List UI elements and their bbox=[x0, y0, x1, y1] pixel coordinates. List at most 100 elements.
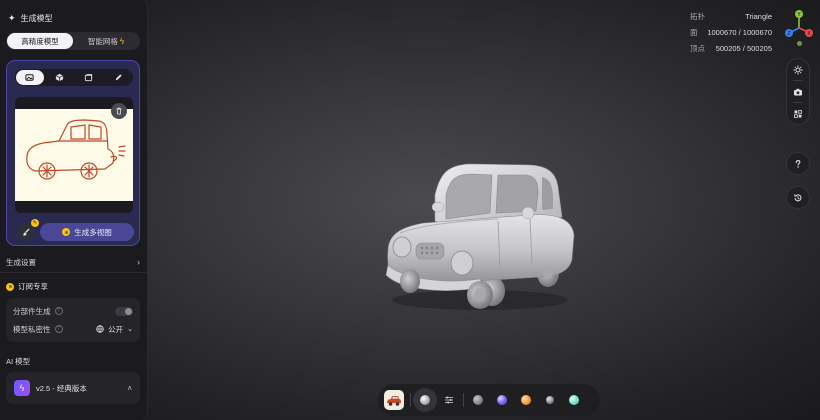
vertices-value: 500205 / 500205 bbox=[715, 43, 772, 53]
help-toolbar bbox=[786, 152, 810, 175]
history-icon bbox=[794, 193, 802, 201]
help-icon bbox=[795, 159, 801, 168]
generation-settings-row[interactable]: 生成设置 › bbox=[6, 256, 140, 268]
generate-views-button[interactable]: 生成多视图 bbox=[40, 223, 134, 241]
stat-vertices: 顶点 500205 / 500205 bbox=[690, 40, 772, 56]
help-circle-icon[interactable]: ? bbox=[54, 325, 63, 333]
multi-image-icon bbox=[85, 73, 93, 82]
sliders-icon bbox=[445, 396, 453, 404]
subscription-label: 订阅专享 bbox=[18, 282, 48, 291]
tab-high-precision-label: 高精度模型 bbox=[21, 36, 59, 46]
sketch-image bbox=[15, 109, 133, 201]
material-teal-button[interactable] bbox=[562, 388, 586, 412]
right-toolbar bbox=[786, 58, 810, 125]
pencil-icon bbox=[115, 74, 122, 81]
edit-badge-icon: ✎ bbox=[31, 219, 39, 227]
sphere-icon bbox=[420, 395, 430, 405]
faces-label: 面 bbox=[690, 27, 698, 37]
chevron-right-icon: › bbox=[137, 257, 140, 267]
layout-button[interactable] bbox=[786, 103, 810, 124]
mode-toggle: 高精度模型 智能网格 ϟ bbox=[6, 32, 140, 50]
sun-icon bbox=[793, 65, 803, 74]
coin-icon bbox=[62, 228, 71, 236]
material-ball-icon bbox=[569, 395, 579, 405]
axis-z-label: Z bbox=[787, 31, 790, 37]
stat-faces: 面 1000670 / 1000670 bbox=[690, 24, 772, 40]
material-settings-button[interactable] bbox=[437, 388, 461, 412]
part-generation-toggle[interactable] bbox=[115, 306, 133, 316]
sidebar-header: ✦ 生成模型 bbox=[8, 13, 53, 24]
ai-model-label: AI 模型 bbox=[6, 357, 31, 366]
camera-icon bbox=[794, 88, 802, 95]
material-dark-button[interactable] bbox=[538, 388, 562, 412]
material-ball-icon bbox=[546, 396, 554, 404]
history-button[interactable] bbox=[786, 187, 810, 208]
tab-image-input[interactable] bbox=[16, 70, 44, 85]
lighting-button[interactable] bbox=[786, 59, 810, 80]
topology-value: Triangle bbox=[745, 11, 772, 21]
model-thumbnail[interactable] bbox=[384, 390, 404, 410]
car-sketch-drawing bbox=[26, 119, 126, 180]
part-generation-label: 分部件生成 bbox=[13, 306, 51, 316]
divider bbox=[0, 272, 148, 273]
vertices-label: 顶点 bbox=[690, 43, 705, 53]
generation-settings-label: 生成设置 bbox=[6, 257, 36, 267]
material-ball-icon bbox=[497, 395, 507, 405]
coin-icon bbox=[6, 282, 14, 291]
chevron-down-icon: ⌄ bbox=[127, 326, 133, 333]
lightning-icon: ϟ bbox=[119, 36, 125, 46]
grid-icon bbox=[794, 109, 802, 118]
tab-sketch-input[interactable] bbox=[105, 70, 133, 85]
3d-car-model[interactable] bbox=[380, 155, 580, 315]
privacy-value: 公开 bbox=[108, 324, 124, 334]
privacy-select[interactable]: 公开 ⌄ bbox=[96, 324, 133, 335]
model-lightning-icon: ϟ bbox=[14, 380, 30, 396]
chevron-up-icon: ˄ bbox=[127, 383, 132, 393]
tab-high-precision[interactable]: 高精度模型 bbox=[7, 33, 73, 49]
material-ball-icon bbox=[521, 395, 531, 405]
generate-views-label: 生成多视图 bbox=[74, 227, 112, 237]
subscription-options: 分部件生成 ? 模型私密性 ? 公开 ⌄ bbox=[6, 298, 140, 342]
car-thumbnail-image bbox=[384, 390, 404, 410]
sketch-preview bbox=[15, 97, 133, 213]
material-iridescent-button[interactable] bbox=[490, 388, 514, 412]
model-name: v2.5 - 经典版本 bbox=[36, 383, 87, 393]
privacy-row: 模型私密性 ? 公开 ⌄ bbox=[13, 323, 133, 335]
shading-sphere-button[interactable] bbox=[413, 388, 437, 412]
tab-smart-mesh[interactable]: 智能网格 ϟ bbox=[73, 33, 139, 49]
input-type-tabs bbox=[15, 69, 133, 86]
model-select[interactable]: ϟ v2.5 - 经典版本 ˄ bbox=[6, 372, 140, 404]
screenshot-button[interactable] bbox=[786, 81, 810, 102]
divider bbox=[410, 393, 411, 407]
gizmo-origin-dot bbox=[797, 41, 802, 46]
help-circle-icon[interactable]: ? bbox=[54, 307, 63, 315]
delete-image-button[interactable] bbox=[111, 103, 127, 119]
stat-topology: 拓扑 Triangle bbox=[690, 8, 772, 24]
sparkle-icon: ✦ bbox=[8, 13, 16, 23]
sidebar-title: 生成模型 bbox=[20, 14, 53, 23]
sidebar: ✦ 生成模型 高精度模型 智能网格 ϟ ✎ 生成多视图 生成设置 › 订阅专享 … bbox=[0, 0, 148, 420]
subscription-header: 订阅专享 bbox=[6, 281, 48, 292]
mesh-stats: 拓扑 Triangle 面 1000670 / 1000670 顶点 50020… bbox=[690, 8, 772, 56]
tab-multi-image-input[interactable] bbox=[75, 70, 103, 85]
part-generation-row: 分部件生成 ? bbox=[13, 305, 133, 317]
tab-3d-input[interactable] bbox=[46, 70, 74, 85]
bottom-toolbar bbox=[378, 384, 600, 416]
history-toolbar bbox=[786, 186, 810, 209]
generation-card: ✎ 生成多视图 bbox=[6, 60, 140, 246]
material-gray-button[interactable] bbox=[466, 388, 490, 412]
globe-icon bbox=[96, 325, 104, 333]
privacy-label: 模型私密性 bbox=[13, 324, 51, 334]
brush-icon bbox=[22, 227, 30, 236]
material-ball-icon bbox=[473, 395, 483, 405]
material-orange-button[interactable] bbox=[514, 388, 538, 412]
axis-gizmo[interactable]: Y Z X bbox=[784, 8, 814, 40]
tab-smart-mesh-label: 智能网格 bbox=[87, 36, 118, 46]
cube-icon bbox=[55, 73, 64, 82]
help-button[interactable] bbox=[786, 153, 810, 174]
topology-label: 拓扑 bbox=[690, 11, 705, 21]
image-icon bbox=[25, 74, 34, 81]
trash-icon bbox=[116, 107, 122, 115]
divider bbox=[463, 393, 464, 407]
faces-value: 1000670 / 1000670 bbox=[707, 27, 772, 37]
